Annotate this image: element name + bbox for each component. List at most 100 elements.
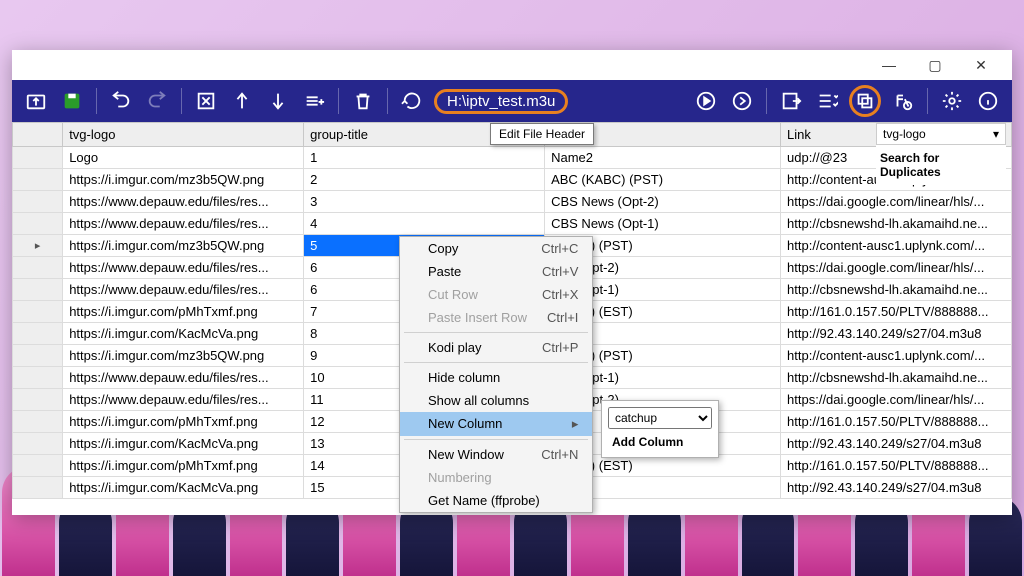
cell-tvg-logo[interactable]: https://www.depauw.edu/files/res... <box>63 257 304 279</box>
app-window: — ▢ ✕ H:\iptv_test.m3u Edit File Header <box>12 50 1012 515</box>
cell-name2[interactable]: ABC (KABC) (PST) <box>545 169 781 191</box>
cell-tvg-logo[interactable]: https://i.imgur.com/pMhTxmf.png <box>63 455 304 477</box>
row-header[interactable] <box>13 455 63 477</box>
row-header[interactable] <box>13 257 63 279</box>
row-header[interactable] <box>13 213 63 235</box>
titlebar: — ▢ ✕ <box>12 50 1012 80</box>
cell-group-title[interactable]: 3 <box>304 191 545 213</box>
cell-tvg-logo[interactable]: https://i.imgur.com/mz3b5QW.png <box>63 345 304 367</box>
context-menu-item[interactable]: Show all columns <box>400 389 592 412</box>
duplicate-icon[interactable] <box>854 90 876 112</box>
cell-tvg-logo[interactable]: https://www.depauw.edu/files/res... <box>63 367 304 389</box>
cell-link[interactable]: http://cbsnewshd-lh.akamaihd.ne... <box>781 213 1012 235</box>
column-header-selector[interactable] <box>13 123 63 147</box>
cell-link[interactable]: http://92.43.140.249/s27/04.m3u8 <box>781 477 1012 499</box>
row-header[interactable] <box>13 301 63 323</box>
column-dropdown[interactable]: tvg-logo▾ <box>876 123 1006 145</box>
reload-icon[interactable] <box>398 87 426 115</box>
cell-tvg-logo[interactable]: https://i.imgur.com/KacMcVa.png <box>63 433 304 455</box>
add-row-icon[interactable] <box>300 87 328 115</box>
table-row[interactable]: Logo 1 Name2 udp://@23 <box>13 147 1012 169</box>
row-header[interactable] <box>13 389 63 411</box>
cell-tvg-logo[interactable]: https://www.depauw.edu/files/res... <box>63 389 304 411</box>
cell-link[interactable]: http://161.0.157.50/PLTV/888888... <box>781 411 1012 433</box>
list-check-icon[interactable] <box>813 87 841 115</box>
cell-tvg-logo[interactable]: Logo <box>63 147 304 169</box>
minimize-button[interactable]: — <box>866 50 912 80</box>
row-header[interactable] <box>13 169 63 191</box>
cell-link[interactable]: https://dai.google.com/linear/hls/... <box>781 257 1012 279</box>
delete-icon[interactable] <box>349 87 377 115</box>
context-menu-item: Numbering <box>400 466 592 489</box>
context-menu: CopyCtrl+CPasteCtrl+VCut RowCtrl+XPaste … <box>399 236 593 513</box>
cell-tvg-logo[interactable]: https://www.depauw.edu/files/res... <box>63 191 304 213</box>
new-column-select[interactable]: catchup <box>608 407 712 429</box>
cell-tvg-logo[interactable]: https://i.imgur.com/pMhTxmf.png <box>63 411 304 433</box>
table-row[interactable]: https://i.imgur.com/mz3b5QW.png 2 ABC (K… <box>13 169 1012 191</box>
open-icon[interactable] <box>22 87 50 115</box>
cell-name2[interactable]: CBS News (Opt-2) <box>545 191 781 213</box>
cell-tvg-logo[interactable]: https://i.imgur.com/mz3b5QW.png <box>63 235 304 257</box>
redo-icon[interactable] <box>143 87 171 115</box>
search-duplicates-link[interactable]: Search for Duplicates <box>876 145 1006 185</box>
context-menu-item[interactable]: Get Name (ffprobe) <box>400 489 592 512</box>
find-replace-icon[interactable] <box>889 87 917 115</box>
cell-link[interactable]: http://cbsnewshd-lh.akamaihd.ne... <box>781 367 1012 389</box>
context-menu-item[interactable]: New WindowCtrl+N <box>400 443 592 466</box>
row-header[interactable] <box>13 433 63 455</box>
cell-link[interactable]: http://92.43.140.249/s27/04.m3u8 <box>781 433 1012 455</box>
cell-link[interactable]: http://161.0.157.50/PLTV/888888... <box>781 455 1012 477</box>
cell-tvg-logo[interactable]: https://i.imgur.com/KacMcVa.png <box>63 477 304 499</box>
cell-group-title[interactable]: 2 <box>304 169 545 191</box>
next-circle-icon[interactable] <box>728 87 756 115</box>
add-column-button[interactable]: Add Column <box>608 429 712 451</box>
cell-name2[interactable]: Name2 <box>545 147 781 169</box>
context-menu-item[interactable]: Kodi playCtrl+P <box>400 336 592 359</box>
row-header[interactable] <box>13 411 63 433</box>
table-row[interactable]: https://www.depauw.edu/files/res... 3 CB… <box>13 191 1012 213</box>
cell-tvg-logo[interactable]: https://i.imgur.com/mz3b5QW.png <box>63 169 304 191</box>
cell-link[interactable]: https://dai.google.com/linear/hls/... <box>781 191 1012 213</box>
context-menu-item[interactable]: New Column <box>400 412 592 436</box>
side-panel: tvg-logo▾ Search for Duplicates <box>876 123 1006 185</box>
cell-link[interactable]: https://dai.google.com/linear/hls/... <box>781 389 1012 411</box>
context-menu-item[interactable]: CopyCtrl+C <box>400 237 592 260</box>
row-header[interactable] <box>13 279 63 301</box>
cell-group-title[interactable]: 1 <box>304 147 545 169</box>
undo-icon[interactable] <box>107 87 135 115</box>
row-header[interactable] <box>13 367 63 389</box>
cell-name2[interactable]: CBS News (Opt-1) <box>545 213 781 235</box>
row-header[interactable] <box>13 345 63 367</box>
cell-group-title[interactable]: 4 <box>304 213 545 235</box>
row-header[interactable] <box>13 323 63 345</box>
context-menu-item[interactable]: Hide column <box>400 366 592 389</box>
new-column-submenu: catchup Add Column <box>601 400 719 458</box>
maximize-button[interactable]: ▢ <box>912 50 958 80</box>
save-icon[interactable] <box>58 87 86 115</box>
cell-link[interactable]: http://161.0.157.50/PLTV/888888... <box>781 301 1012 323</box>
table-row[interactable]: https://www.depauw.edu/files/res... 4 CB… <box>13 213 1012 235</box>
cell-link[interactable]: http://content-ausc1.uplynk.com/... <box>781 345 1012 367</box>
cell-link[interactable]: http://content-ausc1.uplynk.com/... <box>781 235 1012 257</box>
row-header[interactable]: ▸ <box>13 235 63 257</box>
cell-tvg-logo[interactable]: https://i.imgur.com/pMhTxmf.png <box>63 301 304 323</box>
column-header-tvg-logo[interactable]: tvg-logo <box>63 123 304 147</box>
row-header[interactable] <box>13 477 63 499</box>
settings-icon[interactable] <box>938 87 966 115</box>
cell-tvg-logo[interactable]: https://i.imgur.com/KacMcVa.png <box>63 323 304 345</box>
cell-tvg-logo[interactable]: https://www.depauw.edu/files/res... <box>63 279 304 301</box>
move-up-icon[interactable] <box>228 87 256 115</box>
play-circle-icon[interactable] <box>692 87 720 115</box>
info-icon[interactable] <box>974 87 1002 115</box>
cell-link[interactable]: http://cbsnewshd-lh.akamaihd.ne... <box>781 279 1012 301</box>
move-down-icon[interactable] <box>264 87 292 115</box>
edit-header-tooltip: Edit File Header <box>490 123 594 145</box>
export-icon[interactable] <box>777 87 805 115</box>
close-button[interactable]: ✕ <box>958 50 1004 80</box>
row-header[interactable] <box>13 191 63 213</box>
cell-link[interactable]: http://92.43.140.249/s27/04.m3u8 <box>781 323 1012 345</box>
row-header[interactable] <box>13 147 63 169</box>
context-menu-item[interactable]: PasteCtrl+V <box>400 260 592 283</box>
clear-cell-icon[interactable] <box>192 87 220 115</box>
cell-tvg-logo[interactable]: https://www.depauw.edu/files/res... <box>63 213 304 235</box>
